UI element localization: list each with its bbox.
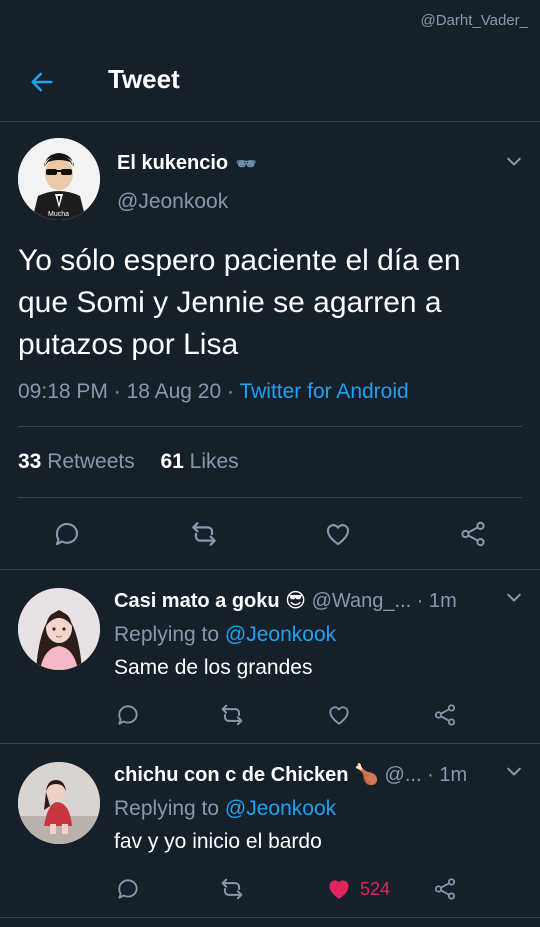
reply-header: chichu con c de Chicken 🍗 @... · 1m	[114, 762, 494, 787]
tweet-source-link[interactable]: Twitter for Android	[239, 380, 408, 403]
meta-separator: ·	[416, 590, 424, 612]
reply-button[interactable]	[49, 516, 85, 552]
retweets-label: Retweets	[47, 450, 135, 473]
like-count: 524	[360, 878, 391, 899]
divider	[18, 426, 522, 427]
likes-stat[interactable]: 61 Likes	[160, 450, 238, 473]
tweet-date: 18 Aug 20	[126, 380, 222, 403]
app-header: Tweet	[0, 40, 540, 122]
author-handle[interactable]: @Jeonkook	[117, 190, 228, 214]
chevron-down-icon	[507, 767, 521, 776]
retweet-button[interactable]	[186, 516, 222, 552]
sunglasses-emoji: 😎	[285, 590, 307, 612]
avatar-illustration: Mucha	[18, 138, 100, 220]
chevron-down-icon	[507, 157, 521, 166]
heart-filled-icon	[329, 880, 349, 899]
meta-separator: ·	[427, 764, 434, 786]
reply-menu-button[interactable]	[504, 588, 524, 613]
heart-icon	[329, 706, 349, 725]
replying-mention[interactable]: @Jeonkook	[225, 797, 336, 820]
reply-item[interactable]: chichu con c de Chicken 🍗 @... · 1m Repl…	[0, 744, 540, 918]
tweet-time: 09:18 PM	[18, 380, 108, 403]
likes-label: Likes	[189, 450, 239, 473]
reply-header: Casi mato a goku 😎 @Wang_... · 1m	[114, 588, 494, 613]
arrow-left-icon	[31, 72, 53, 92]
share-button[interactable]	[455, 516, 491, 552]
retweets-stat[interactable]: 33 Retweets	[18, 450, 135, 473]
retweet-button[interactable]	[218, 700, 246, 730]
reply-time: 1m	[439, 764, 468, 786]
avatar-illustration	[18, 762, 100, 844]
replying-label: Replying to	[114, 623, 220, 646]
share-icon	[461, 521, 485, 547]
replying-label: Replying to	[114, 797, 220, 820]
reply-button[interactable]	[115, 874, 141, 904]
retweet-icon	[221, 878, 243, 900]
share-button[interactable]	[432, 700, 458, 730]
watermark-bar: @Darht_Vader_	[0, 0, 540, 40]
reply-avatar[interactable]	[18, 588, 100, 670]
chicken-leg-emoji: 🍗	[354, 764, 379, 786]
comment-icon	[55, 522, 79, 546]
comment-icon	[118, 879, 138, 899]
meta-separator: ·	[227, 380, 240, 403]
reply-avatar[interactable]	[18, 762, 100, 844]
tweet-text: Yo sólo espero paciente el día en que So…	[18, 244, 461, 361]
reply-item[interactable]: Casi mato a goku 😎 @Wang_... · 1m Replyi…	[0, 570, 540, 744]
retweet-button[interactable]	[218, 874, 246, 904]
tweet-actions	[0, 512, 540, 556]
sunglasses-emoji: 🕶	[236, 155, 257, 173]
reply-button[interactable]	[115, 700, 141, 730]
heart-icon	[326, 524, 350, 546]
retweet-icon	[221, 704, 243, 726]
meta-separator: ·	[113, 380, 127, 403]
share-button[interactable]	[432, 874, 458, 904]
reply-author-name[interactable]: Casi mato a goku	[114, 590, 280, 612]
like-button[interactable]	[320, 516, 356, 552]
retweets-count: 33	[18, 450, 42, 473]
reply-menu-button[interactable]	[504, 762, 524, 787]
retweet-icon	[192, 522, 216, 546]
author-name[interactable]: El kukencio 🕶	[117, 152, 256, 175]
replying-to: Replying to @Jeonkook	[114, 623, 336, 647]
tweet-menu-button[interactable]	[504, 152, 524, 177]
back-button[interactable]	[22, 62, 62, 102]
watermark: @Darht_Vader_	[420, 12, 528, 29]
divider	[18, 497, 522, 498]
avatar-illustration	[18, 588, 100, 670]
like-button[interactable]	[326, 700, 352, 730]
page-title: Tweet	[108, 64, 180, 94]
author-avatar[interactable]: Mucha	[18, 138, 100, 220]
replying-mention[interactable]: @Jeonkook	[225, 623, 336, 646]
reply-actions: 524	[0, 870, 540, 910]
reply-text: Same de los grandes	[114, 656, 313, 679]
tweet-stats: 33 Retweets 61 Likes	[18, 450, 239, 474]
comment-icon	[118, 705, 138, 725]
reply-time: 1m	[429, 590, 457, 612]
avatar-caption: Mucha	[48, 211, 69, 218]
likes-count: 61	[160, 450, 184, 473]
replying-to: Replying to @Jeonkook	[114, 797, 336, 821]
author-name-text: El kukencio	[117, 152, 229, 174]
reply-author-name[interactable]: chichu con c de Chicken	[114, 764, 349, 786]
chevron-down-icon	[507, 593, 521, 602]
tweet-meta: 09:18 PM · 18 Aug 20 · Twitter for Andro…	[18, 380, 409, 404]
share-icon	[434, 704, 456, 726]
like-button[interactable]: 524	[326, 874, 390, 904]
main-tweet: Mucha El kukencio 🕶 @Jeonkook Yo sólo es…	[0, 122, 540, 570]
reply-author-handle[interactable]: @Wang_...	[312, 590, 412, 612]
share-icon	[434, 878, 456, 900]
reply-text: fav y yo inicio el bardo	[114, 830, 322, 853]
reply-actions	[0, 696, 540, 736]
reply-author-handle[interactable]: @...	[385, 764, 422, 786]
